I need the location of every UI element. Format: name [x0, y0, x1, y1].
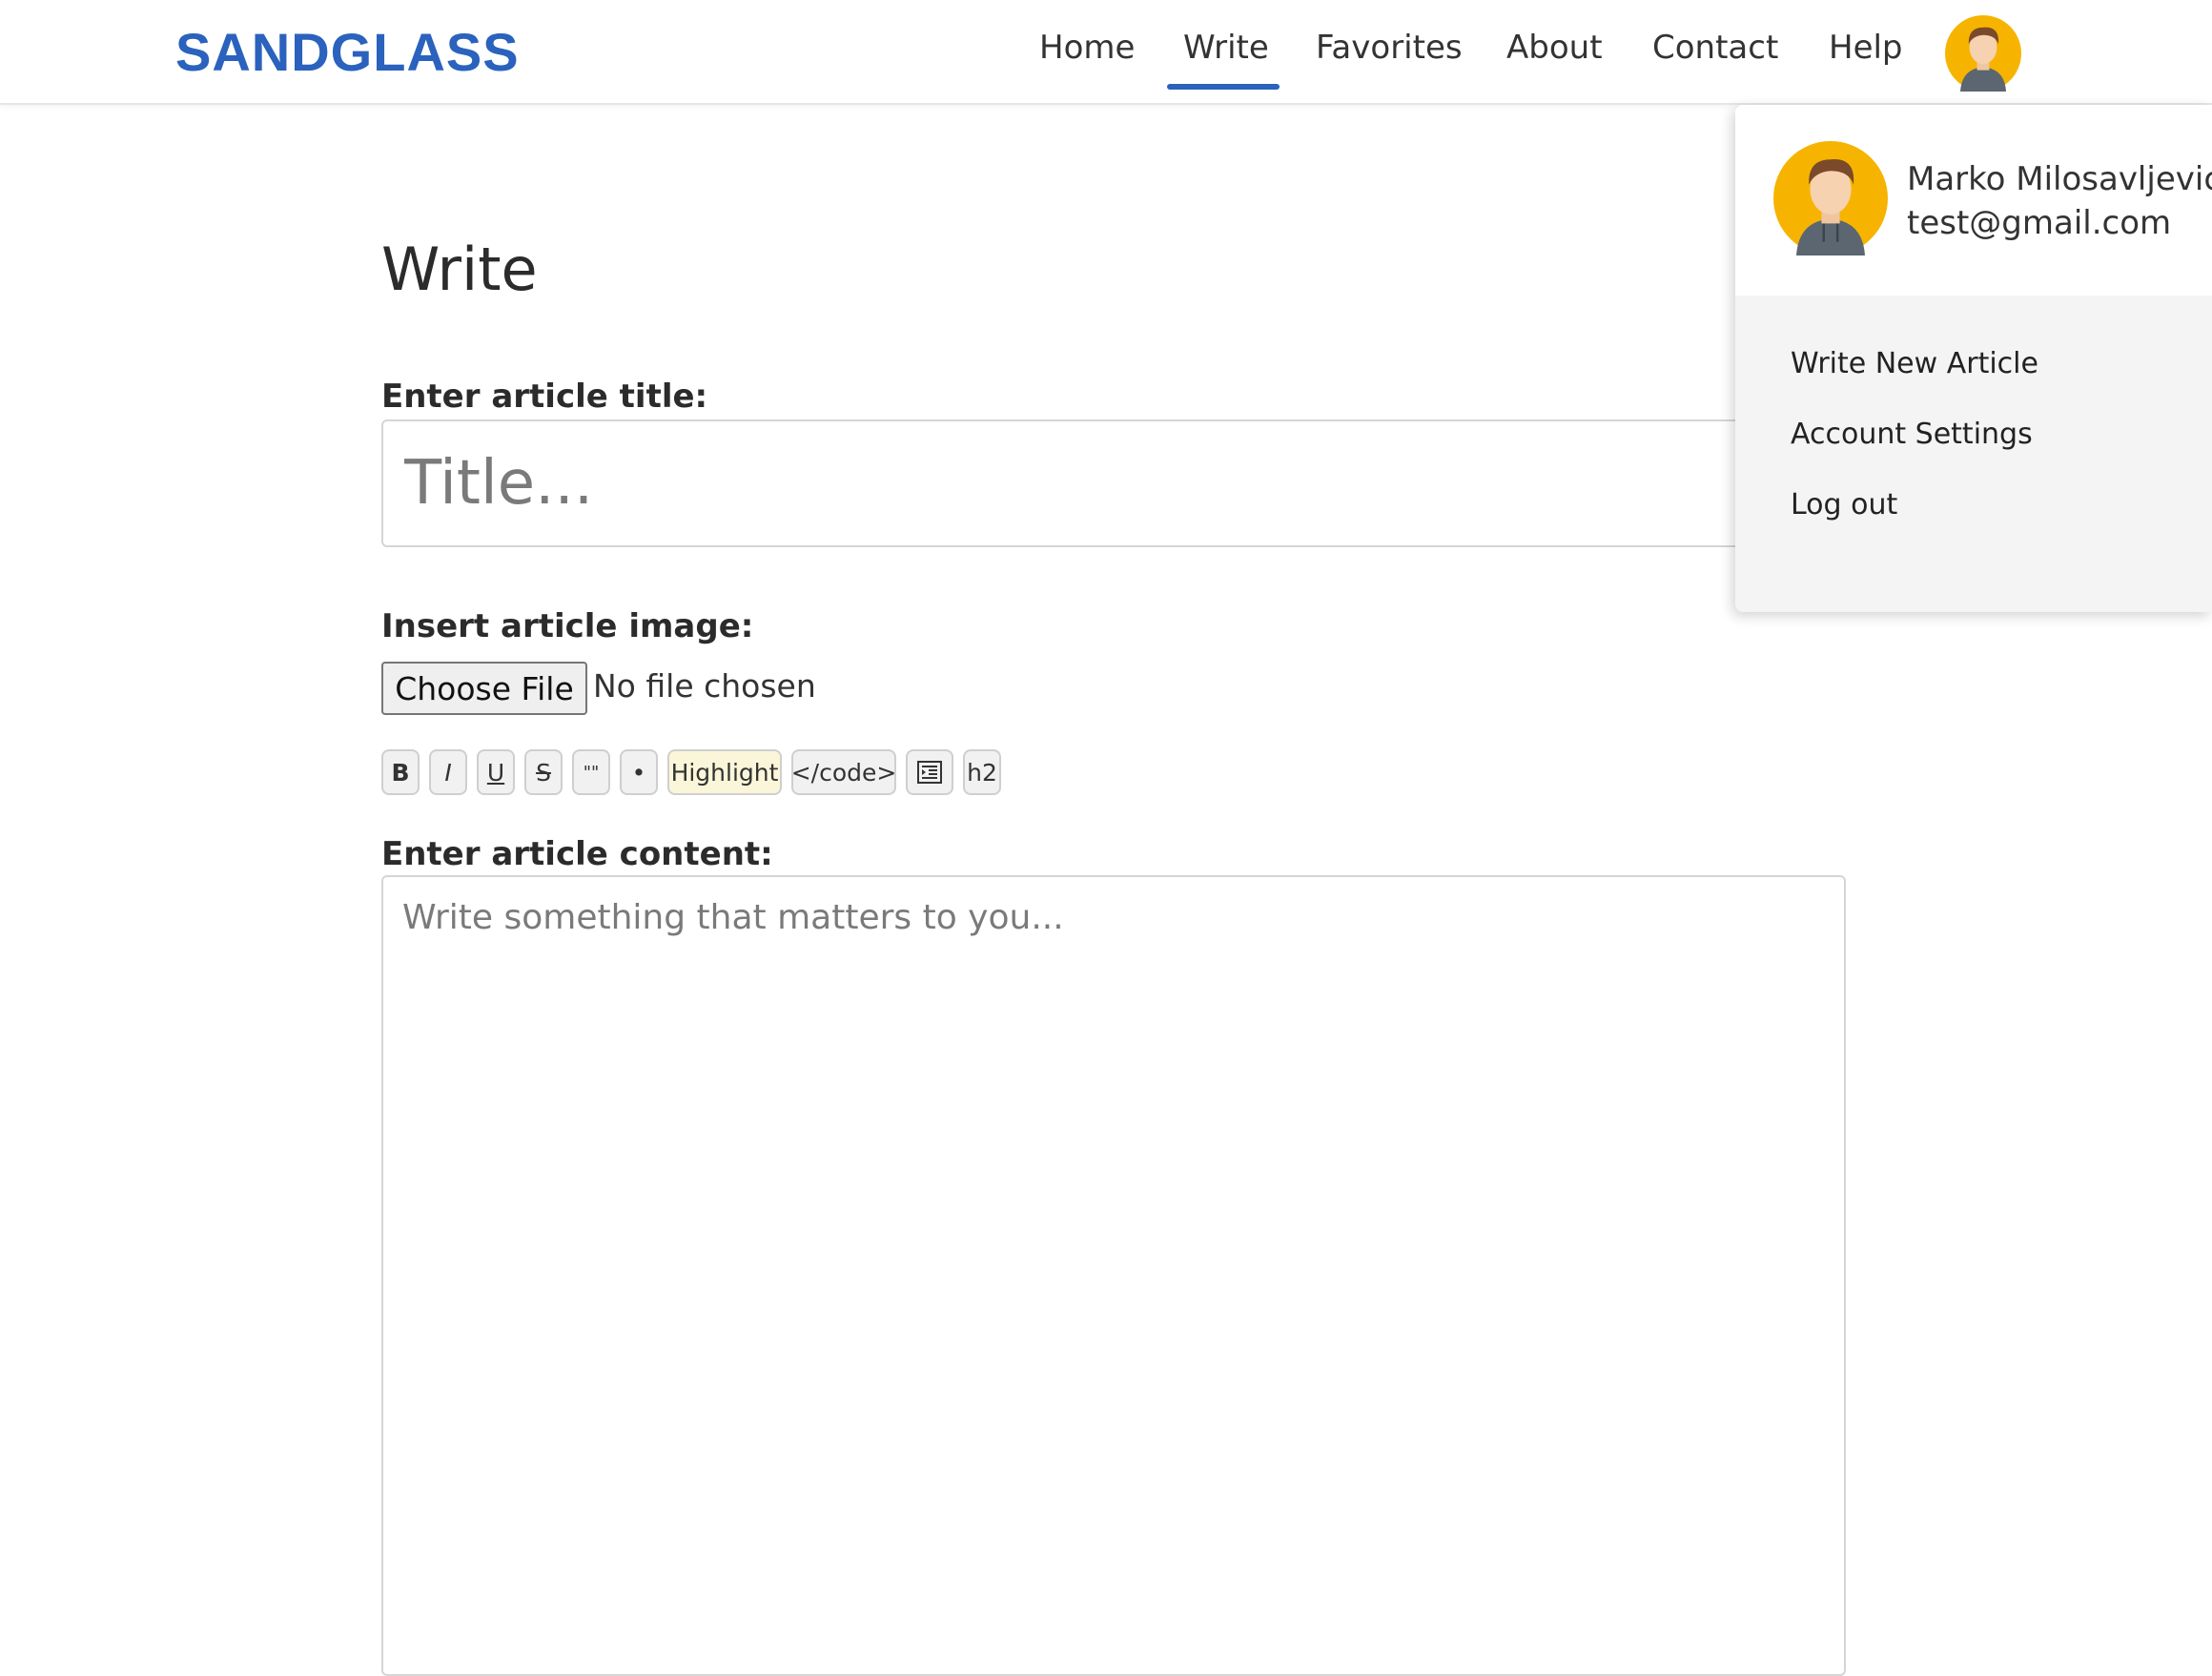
bold-button[interactable]: B: [381, 749, 420, 795]
underline-button[interactable]: U: [477, 749, 515, 795]
strikethrough-button[interactable]: S: [524, 749, 563, 795]
top-navbar: SANDGLASS Home Write Favorites About Con…: [0, 0, 2212, 105]
article-title-input[interactable]: [381, 419, 1844, 547]
nav-about[interactable]: About: [1506, 29, 1603, 67]
indent-icon: [917, 761, 942, 784]
image-label: Insert article image:: [381, 607, 754, 645]
user-name: Marko Milosavljevic: [1907, 160, 2212, 198]
file-status-text: No file chosen: [593, 667, 816, 705]
menu-log-out[interactable]: Log out: [1791, 488, 1897, 521]
user-menu-header: Marko Milosavljevic test@gmail.com: [1735, 105, 2212, 296]
nav-favorites[interactable]: Favorites: [1316, 29, 1463, 67]
nav-contact[interactable]: Contact: [1652, 29, 1778, 67]
indent-button[interactable]: [906, 749, 953, 795]
active-nav-indicator: [1167, 84, 1280, 90]
user-avatar-large-icon: [1773, 141, 1888, 255]
user-menu-dropdown: Marko Milosavljevic test@gmail.com Write…: [1735, 105, 2212, 612]
highlight-button[interactable]: Highlight: [667, 749, 782, 795]
title-label: Enter article title:: [381, 378, 708, 416]
choose-file-button[interactable]: Choose File: [381, 662, 587, 715]
user-avatar-icon-graphic: [1945, 15, 2021, 92]
user-email: test@gmail.com: [1907, 204, 2172, 242]
nav-home[interactable]: Home: [1039, 29, 1135, 67]
code-button[interactable]: </code>: [791, 749, 896, 795]
bullet-list-button[interactable]: •: [620, 749, 658, 795]
site-logo[interactable]: SANDGLASS: [175, 21, 520, 83]
content-label: Enter article content:: [381, 835, 773, 873]
page-title: Write: [381, 235, 538, 304]
quote-button[interactable]: "": [572, 749, 610, 795]
nav-write[interactable]: Write: [1183, 29, 1269, 67]
heading2-button[interactable]: h2: [963, 749, 1001, 795]
menu-write-new-article[interactable]: Write New Article: [1791, 347, 2038, 380]
article-content-input[interactable]: [381, 875, 1846, 1676]
user-avatar-icon[interactable]: [1945, 15, 2021, 92]
menu-account-settings[interactable]: Account Settings: [1791, 418, 2033, 451]
italic-button[interactable]: I: [429, 749, 467, 795]
nav-help[interactable]: Help: [1829, 29, 1903, 67]
